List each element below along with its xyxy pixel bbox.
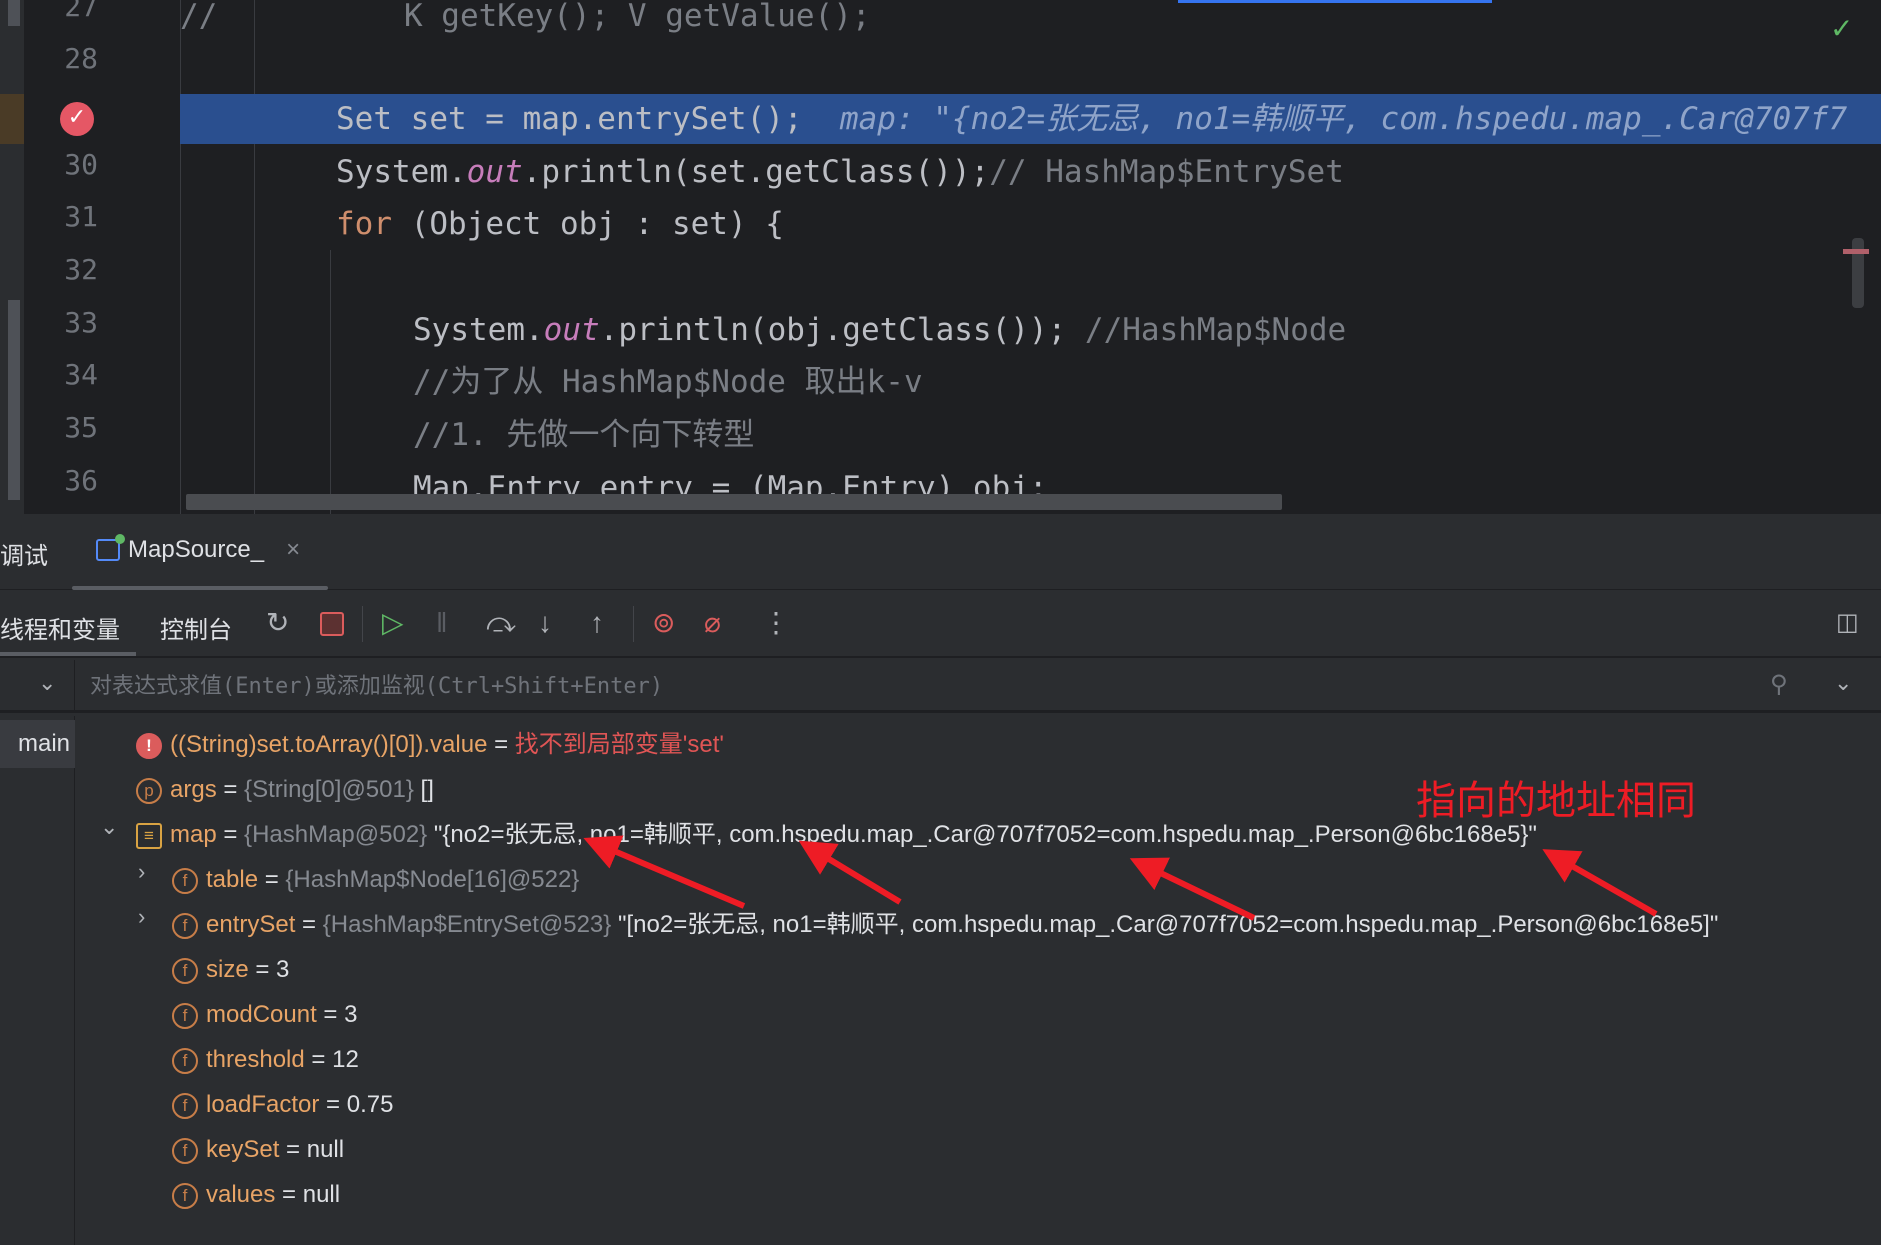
layout-icon[interactable]: ◫ (1836, 606, 1859, 640)
parameter-icon: p (136, 777, 162, 804)
local-variable-icon: ≡ (136, 822, 162, 849)
watch-row-error[interactable]: ! ((String)set.toArray()[0]).value = 找不到局… (136, 722, 724, 767)
field-icon: f (172, 912, 198, 939)
code-line-34: //为了从 HashMap$Node 取出k-v (413, 364, 923, 400)
variable-row-size[interactable]: f size = 3 (172, 947, 289, 992)
app-window-icon (96, 534, 125, 561)
horizontal-scrollbar[interactable] (186, 494, 1282, 510)
stop-icon[interactable] (320, 612, 344, 636)
no-problems-check-icon[interactable]: ✓ (1830, 12, 1853, 45)
rerun-debug-icon[interactable]: ↻ (266, 606, 289, 640)
variable-row-map[interactable]: ≡ map = {HashMap@502} "{no2=张无忌, no1=韩顺平,… (136, 812, 1537, 857)
collapse-chevron-icon[interactable]: ⌄ (100, 814, 118, 840)
add-watch-icon[interactable]: ⚲ (1770, 670, 1788, 699)
field-icon: f (172, 957, 198, 984)
code-line-30: System.out.println(set.getClass());// Ha… (336, 154, 1344, 190)
line-number: 36 (64, 464, 98, 497)
tab-mapsource[interactable]: MapSource_ × (96, 534, 300, 564)
code-text: Set set = map.entrySet(); (336, 101, 803, 137)
step-over-icon[interactable]: ⤼ (486, 606, 516, 640)
line-number: 33 (64, 306, 98, 339)
error-icon: ! (136, 732, 162, 759)
code-line-27: // K getKey(); V getValue(); (180, 0, 871, 34)
close-tab-icon[interactable]: × (286, 536, 300, 564)
line-number: 34 (64, 358, 98, 391)
variable-row-loadfactor[interactable]: f loadFactor = 0.75 (172, 1082, 393, 1127)
more-options-icon[interactable]: ⋮ (762, 606, 790, 640)
field-icon: f (172, 1137, 198, 1164)
variable-row-table[interactable]: f table = {HashMap$Node[16]@522} (172, 857, 579, 902)
variable-row-values[interactable]: f values = null (172, 1172, 340, 1217)
breakpoint-icon[interactable]: ✓ (60, 102, 94, 136)
field-icon: f (172, 1002, 198, 1029)
variable-row-threshold[interactable]: f threshold = 12 (172, 1037, 359, 1082)
code-line-31: for (Object obj : set) { (336, 206, 784, 242)
variables-panel: main ! ((String)set.toArray()[0]).value =… (0, 716, 1881, 1245)
variable-row-keyset[interactable]: f keySet = null (172, 1127, 344, 1172)
debug-tab-bar: 调试 MapSource_ × (0, 516, 1881, 590)
field-icon: f (172, 1182, 198, 1209)
field-icon: f (172, 1092, 198, 1119)
evaluate-expression-input[interactable] (90, 668, 1740, 704)
code-editor[interactable]: 27 28 ✓ 30 31 32 33 34 35 36 // K getKey… (0, 0, 1881, 514)
tab-threads-variables[interactable]: 线程和变量 (0, 610, 120, 645)
line-number: 30 (64, 148, 98, 181)
gutter-strip (0, 0, 24, 514)
variable-row-entryset[interactable]: f entrySet = {HashMap$EntrySet@523} "[no2… (172, 902, 1718, 947)
code-line-29-current: Set set = map.entrySet(); map: "{no2=张无忌… (180, 94, 1881, 144)
line-number: 31 (64, 200, 98, 233)
evaluate-bar: ⌄ ⚲ ⌄ (0, 660, 1881, 713)
step-into-icon[interactable]: ↓ (538, 606, 552, 640)
chevron-down-icon[interactable]: ⌄ (38, 670, 56, 696)
resume-icon[interactable]: ▷ (382, 606, 404, 640)
view-breakpoints-icon[interactable]: ⊚ (652, 606, 675, 640)
tab-console[interactable]: 控制台 (160, 610, 232, 645)
field-icon: f (172, 867, 198, 894)
expand-icon[interactable]: ⌄ (1834, 670, 1852, 696)
field-icon: f (172, 1047, 198, 1074)
line-number: 32 (64, 253, 98, 286)
inline-value-hint: map: "{no2=张无忌, no1=韩顺平, com.hspedu.map_… (839, 101, 1848, 137)
variable-row-modcount[interactable]: f modCount = 3 (172, 992, 357, 1037)
expand-chevron-icon[interactable]: › (138, 904, 145, 930)
line-number: 28 (64, 42, 98, 75)
debug-toolbar: 线程和变量 控制台 ↻ ▷ ‖ ⤼ ↓ ↑ ⊚ ⌀ ⋮ ◫ (0, 592, 1881, 658)
step-out-icon[interactable]: ↑ (590, 606, 604, 640)
expand-chevron-icon[interactable]: › (138, 859, 145, 885)
debug-tool-title: 调试 (0, 543, 48, 570)
variable-row-args[interactable]: p args = {String[0]@501} [] (136, 767, 434, 812)
frames-panel: main (0, 716, 75, 1245)
annotation-label: 指向的地址相同 (1416, 779, 1696, 823)
line-number: 35 (64, 411, 98, 444)
error-stripe-marker[interactable] (1843, 249, 1869, 254)
code-line-35: //1. 先做一个向下转型 (413, 417, 755, 453)
mute-breakpoints-icon[interactable]: ⌀ (704, 606, 721, 640)
code-line-33: System.out.println(obj.getClass()); //Ha… (413, 312, 1347, 348)
pause-icon[interactable]: ‖ (436, 606, 448, 640)
line-number: 27 (64, 0, 98, 23)
frame-main[interactable]: main (0, 720, 75, 768)
tab-label: MapSource_ (128, 536, 265, 563)
